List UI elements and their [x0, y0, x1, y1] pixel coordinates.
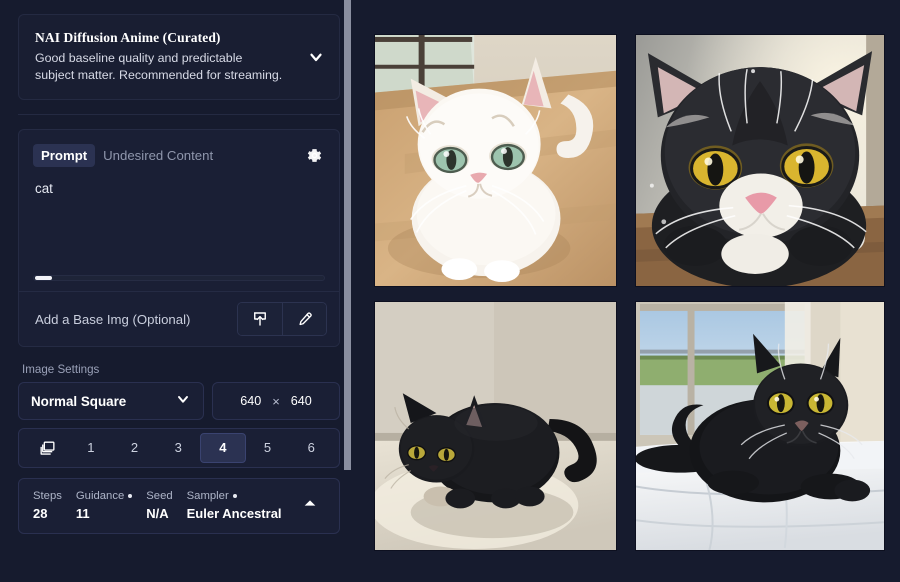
- upload-icon[interactable]: [238, 303, 282, 335]
- param-guidance[interactable]: Guidance 11: [75, 490, 133, 521]
- base-image-actions: [237, 302, 327, 336]
- param-seed-value: N/A: [146, 506, 169, 521]
- result-image-1[interactable]: [373, 33, 617, 287]
- generated-image-black-cat-crouching: [374, 301, 616, 550]
- brush-icon[interactable]: [282, 303, 326, 335]
- results-stage: [358, 0, 900, 582]
- model-description: Good baseline quality and predictable su…: [35, 51, 283, 82]
- aspect-preset-value: Normal Square: [31, 393, 127, 409]
- prompt-panel: Prompt Undesired Content cat Add a Base …: [18, 129, 340, 347]
- param-seed[interactable]: Seed N/A: [146, 490, 172, 521]
- sidebar-scrollbar[interactable]: [344, 0, 355, 582]
- width-value[interactable]: 640: [240, 394, 261, 408]
- count-option-3[interactable]: 3: [156, 433, 200, 463]
- chevron-down-icon[interactable]: [301, 42, 331, 72]
- image-settings-label: Image Settings: [22, 363, 100, 376]
- chevron-down-icon: [175, 391, 191, 412]
- aspect-preset-select[interactable]: Normal Square: [18, 382, 204, 420]
- generation-parameters: Steps 28 Guidance 11 Seed N/A Sampler Eu…: [18, 478, 340, 534]
- param-guidance-value: 11: [75, 506, 90, 521]
- count-option-6[interactable]: 6: [289, 433, 333, 463]
- chevron-up-icon[interactable]: [299, 495, 329, 516]
- param-steps[interactable]: Steps 28: [33, 490, 62, 521]
- param-steps-label: Steps: [33, 490, 62, 502]
- dimension-separator: ×: [272, 393, 280, 409]
- model-selector[interactable]: NAI Diffusion Anime (Curated) Good basel…: [18, 14, 340, 100]
- image-stack-icon: [25, 439, 69, 458]
- count-option-4[interactable]: 4: [200, 433, 246, 463]
- param-steps-value: 28: [33, 506, 48, 521]
- count-option-1[interactable]: 1: [69, 433, 113, 463]
- generated-image-tuxedo-cat: [635, 34, 884, 286]
- generated-image-white-cat: [374, 34, 616, 286]
- param-sampler[interactable]: Sampler Euler Ancestral: [187, 490, 282, 521]
- app-root: NAI Diffusion Anime (Curated) Good basel…: [0, 0, 900, 582]
- count-option-5[interactable]: 5: [246, 433, 290, 463]
- param-seed-label: Seed: [146, 490, 173, 502]
- tab-prompt[interactable]: Prompt: [33, 144, 96, 167]
- image-count-selector: 1 2 3 4 5 6: [18, 428, 340, 468]
- scrollbar-thumb[interactable]: [35, 276, 52, 280]
- model-title: NAI Diffusion Anime (Curated): [35, 30, 221, 45]
- settings-sidebar: NAI Diffusion Anime (Curated) Good basel…: [0, 0, 358, 582]
- prompt-tab-bar: Prompt Undesired Content: [19, 130, 339, 167]
- result-image-3[interactable]: [373, 300, 617, 551]
- gear-icon[interactable]: [303, 145, 325, 167]
- prompt-input[interactable]: cat: [19, 167, 339, 263]
- base-image-label: Add a Base Img (Optional): [35, 311, 191, 327]
- param-sampler-value: Euler Ancestral: [186, 506, 282, 521]
- model-info: NAI Diffusion Anime (Curated) Good basel…: [35, 30, 301, 84]
- tab-undesired-content[interactable]: Undesired Content: [95, 144, 221, 167]
- prompt-value: cat: [35, 181, 53, 196]
- param-sampler-label: Sampler: [186, 490, 229, 502]
- count-option-2[interactable]: 2: [113, 433, 157, 463]
- modified-dot-icon: [128, 494, 133, 498]
- results-grid: [373, 33, 885, 551]
- param-guidance-label: Guidance: [75, 490, 125, 502]
- image-settings-row: Normal Square 640 × 640: [10, 382, 348, 420]
- sidebar-divider: [18, 114, 340, 115]
- modified-dot-icon: [232, 494, 237, 498]
- prompt-horizontal-scrollbar[interactable]: [33, 275, 325, 281]
- result-image-4[interactable]: [634, 300, 885, 551]
- generated-image-black-cat-on-bed: [635, 301, 884, 550]
- height-value[interactable]: 640: [291, 394, 312, 408]
- scrollbar-thumb[interactable]: [344, 0, 351, 470]
- result-image-2[interactable]: [634, 33, 885, 287]
- dimensions-field[interactable]: 640 × 640: [212, 382, 340, 420]
- base-image-row: Add a Base Img (Optional): [19, 291, 339, 346]
